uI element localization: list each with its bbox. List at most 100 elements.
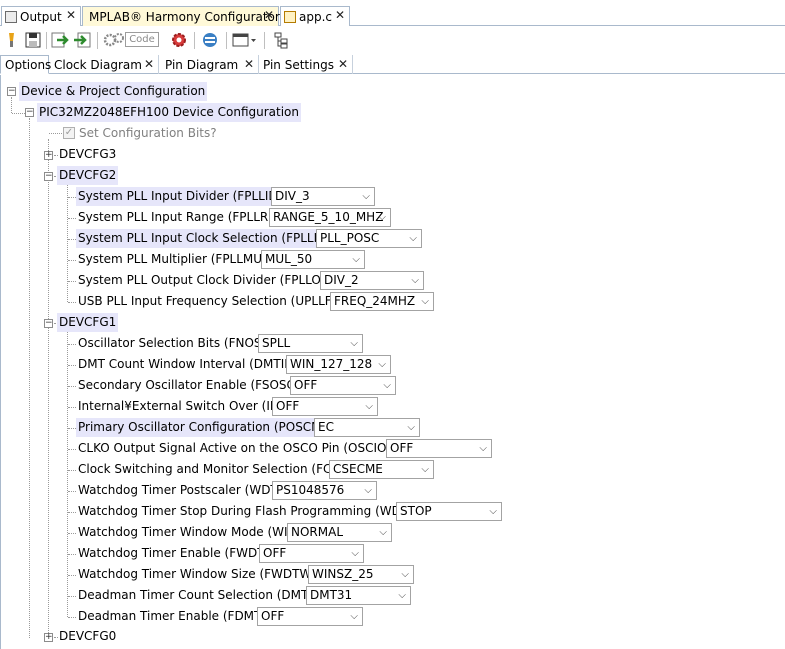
devcfg2-setting-label: System PLL Input Range (FPLLRNG) [78, 210, 292, 224]
devcfg0-label[interactable]: DEVCFG0 [57, 627, 118, 646]
pin-toolbar-button[interactable] [2, 30, 20, 50]
dropdown-value: DMT31 [310, 588, 353, 602]
chevron-down-icon: ⌵ [365, 401, 373, 412]
harmony-button[interactable] [199, 30, 221, 50]
chevron-down-icon: ⌵ [421, 296, 429, 307]
dropdown-value: RANGE_5_10_MHZ [273, 210, 384, 224]
close-icon[interactable]: ✕ [335, 8, 345, 22]
tab-options-label: Options [5, 57, 52, 72]
chevron-down-icon: ⌵ [364, 485, 372, 496]
tab-clock-diagram[interactable]: Clock Diagram ✕ [50, 55, 159, 74]
dropdown-value: PLL_POSC [320, 231, 380, 245]
devcfg2-setting-label: System PLL Input Divider (FPLLIDIV) [76, 187, 297, 206]
code-button-label: Code [125, 32, 159, 47]
pin-icon [9, 33, 14, 47]
close-icon[interactable]: ✕ [66, 8, 76, 22]
chevron-down-icon: ⌵ [479, 443, 487, 454]
devcfg1-setting-label: DMT Count Window Interval (DMTINTV) [78, 357, 314, 371]
devcfg2-setting-label: USB PLL Input Frequency Selection (UPLLF… [78, 294, 359, 308]
collapse-root-toggle[interactable]: − [7, 87, 16, 96]
export-button[interactable] [71, 30, 93, 50]
tab-output-label: Output [20, 9, 62, 24]
save-button[interactable] [23, 30, 43, 50]
chevron-down-icon: ⌵ [421, 464, 429, 475]
device-config-label[interactable]: PIC32MZ2048EFH100 Device Configuration [37, 103, 301, 122]
tree-root-label[interactable]: Device & Project Configuration [19, 82, 208, 101]
tree-view-button[interactable] [271, 30, 291, 50]
devcfg1-setting-dropdown[interactable]: DMT31 ⌵ [306, 586, 411, 605]
close-icon[interactable]: ✕ [264, 8, 274, 22]
tab-app-c[interactable]: app.c ✕ [280, 6, 350, 26]
devcfg1-setting-dropdown[interactable]: WIN_127_128 ⌵ [286, 355, 391, 374]
config-tab-strip: Options Clock Diagram ✕ Pin Diagram ✕ Pi… [0, 55, 785, 74]
dropdown-value: WIN_127_128 [290, 357, 373, 371]
generate-code-button[interactable]: Code [102, 30, 160, 50]
dropdown-value: OFF [261, 609, 285, 623]
devcfg1-setting-dropdown[interactable]: OFF ⌵ [257, 607, 363, 626]
window-layout-icon [232, 33, 256, 47]
devcfg1-setting-dropdown[interactable]: PS1048576 ⌵ [272, 481, 377, 500]
tab-harmony-configurator[interactable]: MPLAB® Harmony Configurator ✕ [82, 6, 280, 26]
devcfg2-setting-dropdown[interactable]: MUL_50 ⌵ [261, 250, 365, 269]
chevron-down-icon: ⌵ [489, 506, 497, 517]
devcfg1-setting-label: Deadman Timer Count Selection (DMTCNT) [78, 588, 338, 602]
devcfg2-setting-dropdown[interactable]: DIV_3 ⌵ [271, 187, 375, 206]
set-config-bits-checkbox[interactable]: ✓ [63, 127, 75, 139]
c-source-file-icon [284, 10, 296, 23]
devcfg1-setting-dropdown[interactable]: STOP ⌵ [396, 502, 502, 521]
dropdown-value: OFF [263, 546, 287, 560]
window-layout-button[interactable] [230, 30, 258, 50]
editor-tab-strip: Output ✕ MPLAB® Harmony Configurator ✕ a… [0, 6, 785, 26]
chevron-down-icon: ⌵ [378, 212, 386, 223]
devcfg1-setting-dropdown[interactable]: OFF ⌵ [290, 376, 396, 395]
devcfg1-setting-dropdown[interactable]: NORMAL ⌵ [287, 523, 392, 542]
close-icon[interactable]: ✕ [144, 57, 154, 71]
devcfg2-label[interactable]: DEVCFG2 [57, 166, 119, 185]
devcfg1-setting-dropdown[interactable]: WINSZ_25 ⌵ [308, 565, 414, 584]
devcfg1-label[interactable]: DEVCFG1 [57, 313, 119, 332]
tab-pin-settings[interactable]: Pin Settings ✕ [259, 55, 353, 74]
dropdown-value: NORMAL [291, 525, 344, 539]
devcfg1-setting-label: Watchdog Timer Stop During Flash Program… [78, 504, 448, 518]
devcfg1-setting-label: Watchdog Timer Window Size (FWDTWINSZ) [78, 567, 345, 581]
devcfg3-label[interactable]: DEVCFG3 [57, 145, 118, 164]
tab-pin-diagram[interactable]: Pin Diagram ✕ [161, 55, 259, 74]
dropdown-value: OFF [390, 441, 414, 455]
collapse-devcfg2-toggle[interactable]: − [44, 172, 53, 181]
expand-devcfg3-toggle[interactable]: + [44, 151, 53, 160]
collapse-device-toggle[interactable]: − [25, 108, 34, 117]
chevron-down-icon: ⌵ [407, 422, 415, 433]
devcfg1-setting-label: Deadman Timer Enable (FDMTEN) [78, 609, 283, 623]
configuration-tree: − Device & Project Configuration − PIC32… [0, 75, 785, 649]
devcfg2-setting-label: System PLL Input Clock Selection (FPLLIC… [76, 229, 347, 248]
devcfg2-setting-dropdown[interactable]: PLL_POSC ⌵ [316, 229, 422, 248]
devcfg1-setting-dropdown[interactable]: OFF ⌵ [272, 397, 378, 416]
devcfg2-setting-dropdown[interactable]: DIV_2 ⌵ [320, 271, 424, 290]
tab-options[interactable]: Options [0, 55, 52, 74]
devcfg1-setting-dropdown[interactable]: EC ⌵ [314, 418, 420, 437]
settings-button[interactable] [168, 30, 190, 50]
import-button[interactable] [49, 30, 71, 50]
dropdown-value: DIV_3 [275, 189, 310, 203]
devcfg2-setting-label: System PLL Multiplier (FPLLMULT) [78, 252, 280, 266]
chevron-down-icon: ⌵ [351, 548, 359, 559]
chevron-down-icon: ⌵ [378, 359, 386, 370]
devcfg2-setting-dropdown[interactable]: RANGE_5_10_MHZ ⌵ [269, 208, 391, 227]
dropdown-value: DIV_2 [324, 273, 359, 287]
chevron-down-icon: ⌵ [411, 275, 419, 286]
devcfg1-setting-dropdown[interactable]: OFF ⌵ [259, 544, 364, 563]
tree-structure-icon [274, 32, 288, 49]
tab-output[interactable]: Output ✕ [1, 6, 81, 26]
expand-devcfg0-toggle[interactable]: + [44, 633, 53, 642]
close-icon[interactable]: ✕ [244, 57, 254, 71]
dropdown-value: MUL_50 [265, 252, 313, 266]
devcfg1-setting-dropdown[interactable]: CSECME ⌵ [329, 460, 434, 479]
dropdown-value: CSECME [333, 462, 383, 476]
save-icon [25, 32, 41, 48]
devcfg1-setting-dropdown[interactable]: SPLL ⌵ [258, 334, 363, 353]
tab-pin-settings-label: Pin Settings [263, 57, 334, 72]
close-icon[interactable]: ✕ [338, 57, 348, 71]
collapse-devcfg1-toggle[interactable]: − [44, 319, 53, 328]
devcfg2-setting-dropdown[interactable]: FREQ_24MHZ ⌵ [330, 292, 434, 311]
devcfg1-setting-dropdown[interactable]: OFF ⌵ [386, 439, 492, 458]
